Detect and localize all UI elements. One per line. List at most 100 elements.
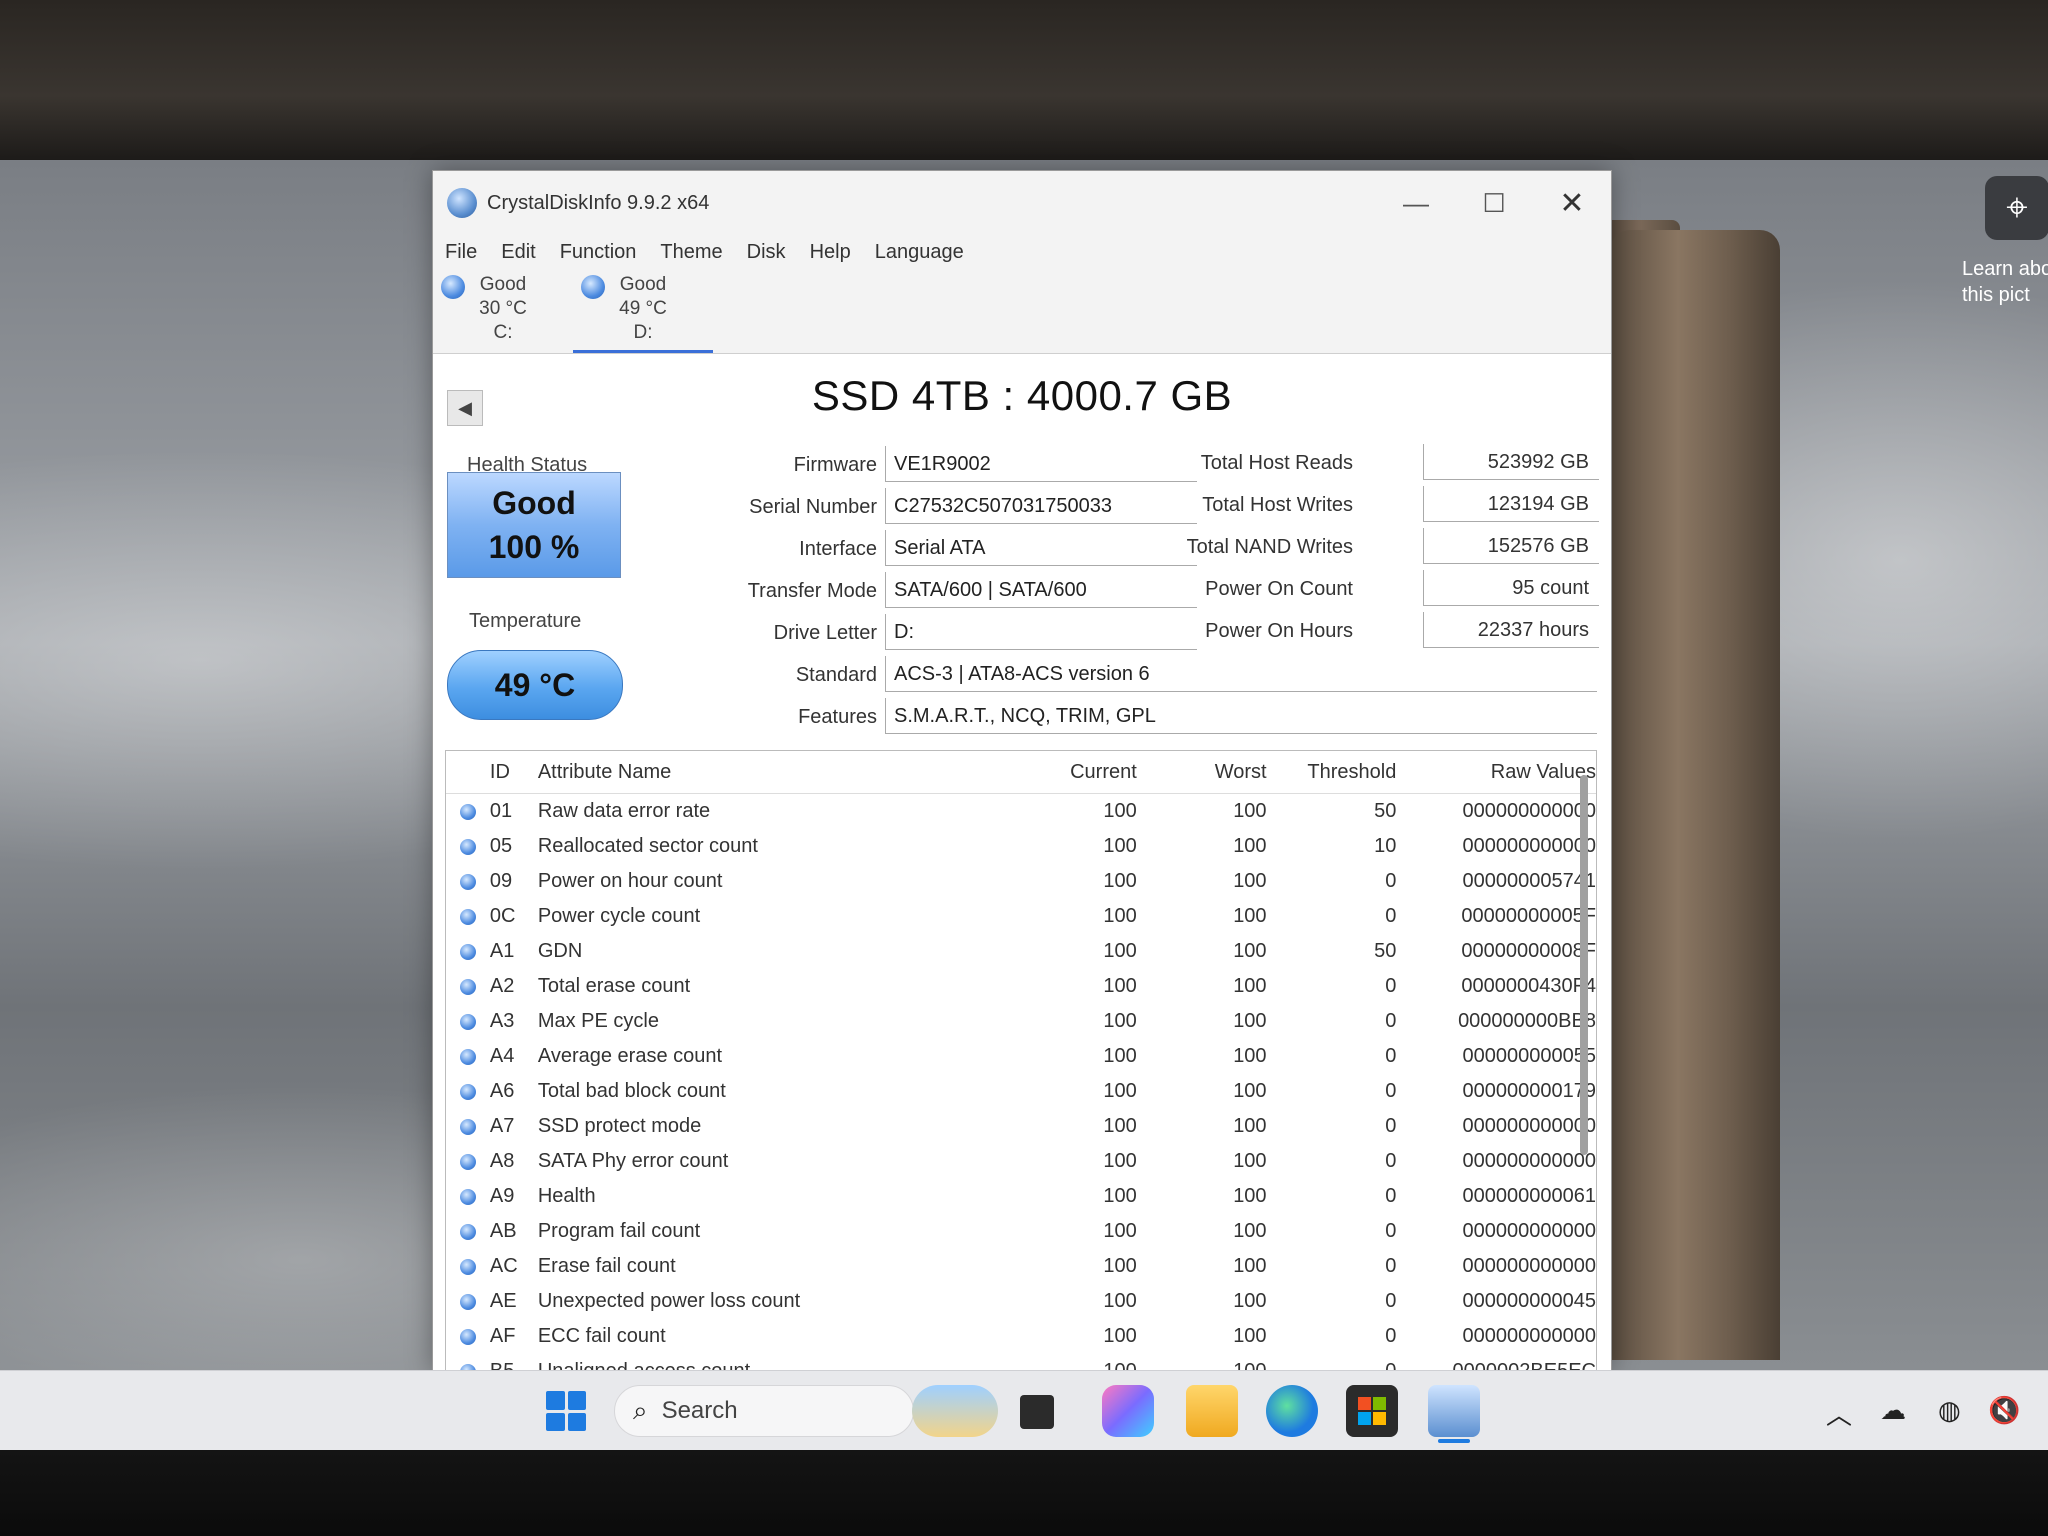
attr-current: 100 bbox=[1103, 905, 1137, 927]
menu-edit[interactable]: Edit bbox=[501, 241, 535, 264]
status-dot-icon bbox=[459, 1223, 476, 1240]
table-row[interactable]: A2 Total erase count 100 100 0 0000000430F4 bbox=[446, 969, 1596, 1004]
table-row[interactable]: A3 Max PE cycle 100 100 0 000000000BB8 bbox=[446, 1004, 1596, 1039]
attr-current: 100 bbox=[1103, 975, 1137, 997]
attr-raw-value: 000000000000 bbox=[1462, 1115, 1596, 1137]
menu-language[interactable]: Language bbox=[875, 241, 964, 264]
attr-raw-value: 00000000008F bbox=[1461, 940, 1596, 962]
attr-id: A1 bbox=[489, 940, 515, 962]
menu-file[interactable]: File bbox=[445, 241, 477, 264]
attr-name: Reallocated sector count bbox=[537, 835, 758, 857]
status-dot-icon bbox=[459, 1258, 476, 1275]
table-row[interactable]: A4 Average erase count 100 100 0 000000000055 bbox=[446, 1039, 1596, 1074]
attr-threshold: 0 bbox=[1385, 1150, 1397, 1172]
temperature-badge: 49 °C bbox=[447, 650, 623, 720]
header-id[interactable]: ID bbox=[490, 761, 532, 784]
table-row[interactable]: 05 Reallocated sector count 100 100 10 000000… bbox=[446, 829, 1596, 864]
learn-about-picture-label[interactable]: Learn abo this pict bbox=[1962, 256, 2048, 308]
table-row[interactable]: AB Program fail count 100 100 0 000000000000 bbox=[446, 1214, 1596, 1249]
header-current[interactable]: Current bbox=[1027, 761, 1137, 784]
attr-threshold: 0 bbox=[1385, 1255, 1397, 1277]
attr-name: Erase fail count bbox=[537, 1255, 676, 1277]
table-row[interactable]: A7 SSD protect mode 100 100 0 000000000000 bbox=[446, 1109, 1596, 1144]
search-icon: ⌕ bbox=[633, 1395, 648, 1425]
table-scrollbar[interactable] bbox=[1580, 775, 1588, 1155]
widgets-icon[interactable] bbox=[912, 1385, 998, 1437]
table-row[interactable]: 09 Power on hour count 100 100 0 000000005741 bbox=[446, 864, 1596, 899]
header-threshold[interactable]: Threshold bbox=[1267, 761, 1396, 784]
menu-function[interactable]: Function bbox=[560, 241, 637, 264]
menu-disk[interactable]: Disk bbox=[747, 241, 786, 264]
attr-current: 100 bbox=[1103, 940, 1137, 962]
status-dot-icon bbox=[446, 1293, 490, 1310]
task-view-icon[interactable] bbox=[1020, 1395, 1054, 1429]
file-explorer-icon[interactable] bbox=[1186, 1385, 1238, 1437]
start-button[interactable] bbox=[540, 1385, 592, 1437]
status-dot-icon bbox=[459, 978, 476, 995]
status-dot-icon bbox=[459, 803, 476, 820]
standard-value: ACS-3 | ATA8-ACS version 6 bbox=[885, 656, 1597, 692]
search-placeholder: Search bbox=[661, 1397, 738, 1424]
copilot-icon[interactable] bbox=[1102, 1385, 1154, 1437]
network-icon[interactable]: ◍ bbox=[1938, 1395, 1961, 1426]
title-bar[interactable]: CrystalDiskInfo 9.9.2 x64 — ☐ ✕ bbox=[433, 171, 1611, 235]
attr-id: A8 bbox=[489, 1150, 515, 1172]
taskbar-search[interactable]: ⌕ Search bbox=[614, 1385, 914, 1437]
features-value: S.M.A.R.T., NCQ, TRIM, GPL bbox=[885, 698, 1597, 734]
menu-help[interactable]: Help bbox=[810, 241, 851, 264]
monitor-bezel-top bbox=[0, 0, 2048, 160]
power-on-hours-value: 22337 hours bbox=[1423, 612, 1599, 648]
table-row[interactable]: A1 GDN 100 100 50 00000000008F bbox=[446, 934, 1596, 969]
status-dot-icon bbox=[459, 1118, 476, 1135]
attr-id: 05 bbox=[489, 835, 513, 857]
header-raw-values[interactable]: Raw Values bbox=[1396, 761, 1596, 784]
attr-name: Program fail count bbox=[537, 1220, 701, 1242]
total-host-writes-label: Total Host Writes bbox=[1202, 494, 1353, 516]
table-row[interactable]: A8 SATA Phy error count 100 100 0 00000000000… bbox=[446, 1144, 1596, 1179]
table-row[interactable]: AE Unexpected power loss count 100 100 0 0000… bbox=[446, 1284, 1596, 1319]
status-dot-icon bbox=[446, 1328, 490, 1345]
attr-current: 100 bbox=[1103, 870, 1137, 892]
edge-icon[interactable] bbox=[1266, 1385, 1318, 1437]
attr-current: 100 bbox=[1103, 1150, 1137, 1172]
status-dot-icon bbox=[446, 803, 490, 820]
drive-letter: C: bbox=[493, 322, 513, 343]
total-nand-writes-value: 152576 GB bbox=[1423, 528, 1599, 564]
maximize-button[interactable]: ☐ bbox=[1455, 171, 1533, 235]
attr-threshold: 0 bbox=[1385, 1115, 1397, 1137]
attr-worst: 100 bbox=[1233, 870, 1267, 892]
attr-worst: 100 bbox=[1233, 1255, 1267, 1277]
table-row[interactable]: AF ECC fail count 100 100 0 000000000000 bbox=[446, 1319, 1596, 1354]
table-row[interactable]: A9 Health 100 100 0 000000000061 bbox=[446, 1179, 1596, 1214]
smart-table-header: ID Attribute Name Current Worst Threshol… bbox=[446, 751, 1596, 794]
header-worst[interactable]: Worst bbox=[1137, 761, 1267, 784]
menu-bar: File Edit Function Theme Disk Help Langu… bbox=[433, 235, 1611, 269]
drive-tab-d[interactable]: Good 49 °C D: bbox=[573, 269, 713, 353]
attr-current: 100 bbox=[1103, 1220, 1137, 1242]
crystaldiskinfo-icon[interactable] bbox=[1428, 1385, 1480, 1437]
drive-tab-c[interactable]: Good 30 °C C: bbox=[433, 269, 573, 353]
table-row[interactable]: 0C Power cycle count 100 100 0 00000000005F bbox=[446, 899, 1596, 934]
header-attribute-name[interactable]: Attribute Name bbox=[532, 761, 1027, 784]
learn-text-line-2: this pict bbox=[1962, 284, 2030, 306]
attr-id: A9 bbox=[489, 1185, 515, 1207]
attr-worst: 100 bbox=[1233, 1325, 1267, 1347]
table-row[interactable]: A6 Total bad block count 100 100 0 0000000001… bbox=[446, 1074, 1596, 1109]
total-nand-writes-label: Total NAND Writes bbox=[1186, 536, 1353, 558]
wallpaper-pillar bbox=[1610, 230, 1780, 1360]
attr-worst: 100 bbox=[1233, 800, 1267, 822]
chevron-up-icon[interactable]: ︿ bbox=[1826, 1395, 1852, 1432]
table-row[interactable]: AC Erase fail count 100 100 0 000000000000 bbox=[446, 1249, 1596, 1284]
minimize-button[interactable]: — bbox=[1377, 171, 1455, 235]
attr-id: AE bbox=[489, 1290, 517, 1312]
volume-muted-icon[interactable]: 🔇 bbox=[1988, 1395, 2020, 1426]
table-row[interactable]: 01 Raw data error rate 100 100 50 00000000000… bbox=[446, 794, 1596, 829]
store-icon[interactable] bbox=[1346, 1385, 1398, 1437]
attr-name: SATA Phy error count bbox=[537, 1150, 729, 1172]
smart-attributes-table[interactable]: ID Attribute Name Current Worst Threshol… bbox=[445, 750, 1597, 1371]
learn-about-picture-icon[interactable]: ⌖ bbox=[1985, 176, 2048, 240]
menu-theme[interactable]: Theme bbox=[660, 241, 722, 264]
attr-worst: 100 bbox=[1233, 1010, 1267, 1032]
cloud-off-icon[interactable]: ☁ bbox=[1880, 1395, 1906, 1426]
close-button[interactable]: ✕ bbox=[1533, 171, 1611, 235]
